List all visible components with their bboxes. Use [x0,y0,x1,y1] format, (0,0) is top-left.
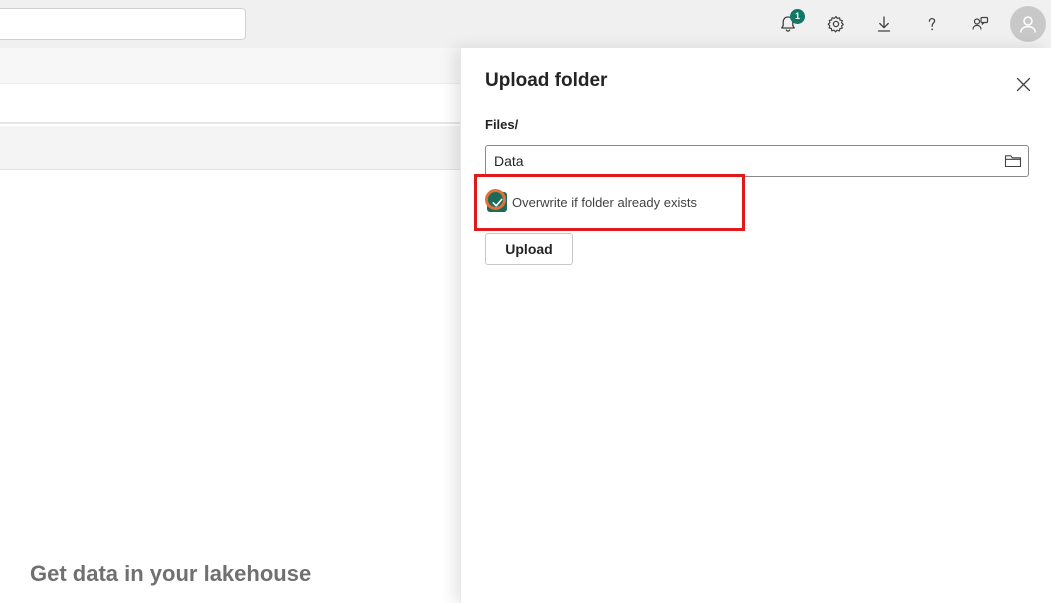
help-button[interactable] [916,8,948,40]
download-icon [877,16,891,32]
panel-title: Upload folder [485,70,608,91]
background-header-row [0,126,460,170]
checkbox-control[interactable] [485,189,507,212]
top-bar: 1 [0,0,1051,48]
upload-button[interactable]: Upload [485,233,573,265]
close-icon [1016,77,1030,91]
folder-input-field [485,145,1029,177]
feedback-button[interactable] [964,8,996,40]
page: 1 Get data in your lakehouse Upload fold… [0,0,1051,603]
overwrite-label: Overwrite if folder already exists [512,194,697,210]
folder-icon [1004,155,1022,168]
notification-badge: 1 [790,9,805,24]
upload-folder-panel: Upload folder Files/ Overwrite [460,48,1051,603]
download-button[interactable] [868,8,900,40]
folder-name-input[interactable] [486,146,996,176]
checkmark-icon [491,198,503,207]
background-ribbon [0,84,460,124]
avatar[interactable] [1010,6,1046,42]
gear-icon [827,15,844,33]
browse-folder-button[interactable] [1002,151,1024,171]
files-path-label: Files/ [485,117,519,132]
help-icon [928,17,936,31]
feedback-icon [972,16,989,30]
avatar-icon [1020,16,1036,33]
close-button[interactable] [1011,72,1035,96]
background-toolbar [0,48,460,84]
get-data-heading: Get data in your lakehouse [30,561,312,586]
search-input[interactable] [0,8,246,40]
settings-button[interactable] [820,8,852,40]
notifications-button[interactable]: 1 [772,8,805,40]
overwrite-checkbox[interactable]: Overwrite if folder already exists [485,189,697,212]
